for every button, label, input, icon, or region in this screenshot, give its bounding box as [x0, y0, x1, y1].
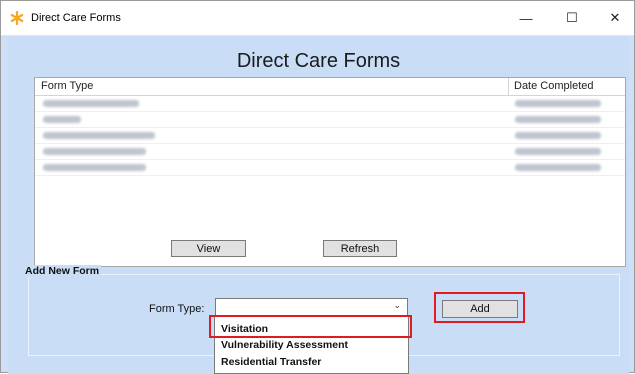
column-header-form-type[interactable]: Form Type	[41, 80, 93, 92]
dropdown-option-vulnerability-assessment[interactable]: Vulnerability Assessment	[221, 339, 348, 351]
row-date-completed	[515, 148, 601, 155]
row-form-type	[43, 164, 146, 171]
client-area: Direct Care Forms Form Type Date Complet…	[8, 36, 629, 374]
window-title: Direct Care Forms	[31, 12, 121, 24]
form-type-label: Form Type:	[149, 303, 205, 315]
direct-care-forms-window: Direct Care Forms — ☐ ✕ Direct Care Form…	[0, 0, 635, 374]
row-date-completed	[515, 116, 601, 123]
row-date-completed	[515, 164, 601, 171]
table-row[interactable]	[35, 128, 625, 144]
close-button[interactable]: ✕	[593, 1, 635, 35]
refresh-button[interactable]: Refresh	[323, 240, 397, 257]
dropdown-option-residential-transfer[interactable]: Residential Transfer	[221, 356, 321, 368]
visitation-highlight	[209, 315, 412, 338]
row-form-type	[43, 148, 146, 155]
page-title: Direct Care Forms	[236, 50, 401, 72]
chevron-down-icon[interactable]: ⌄	[393, 300, 401, 311]
title-bar[interactable]: Direct Care Forms — ☐ ✕	[1, 1, 634, 36]
list-header: Form Type Date Completed	[35, 78, 625, 96]
column-header-date-completed[interactable]: Date Completed	[514, 80, 594, 92]
row-form-type	[43, 116, 81, 123]
table-row[interactable]	[35, 144, 625, 160]
app-asterisk-icon	[10, 11, 24, 25]
add-new-form-legend: Add New Form	[23, 265, 102, 277]
row-form-type	[43, 132, 155, 139]
maximize-button[interactable]: ☐	[550, 1, 594, 35]
minimize-button[interactable]: —	[504, 1, 548, 35]
table-row[interactable]	[35, 112, 625, 128]
row-form-type	[43, 100, 139, 107]
column-divider[interactable]	[508, 78, 509, 95]
view-button[interactable]: View	[171, 240, 246, 257]
table-row[interactable]	[35, 160, 625, 176]
forms-list[interactable]: Form Type Date Completed	[34, 77, 626, 267]
row-date-completed	[515, 132, 601, 139]
add-button[interactable]: Add	[442, 300, 518, 318]
table-row[interactable]	[35, 96, 625, 112]
row-date-completed	[515, 100, 601, 107]
